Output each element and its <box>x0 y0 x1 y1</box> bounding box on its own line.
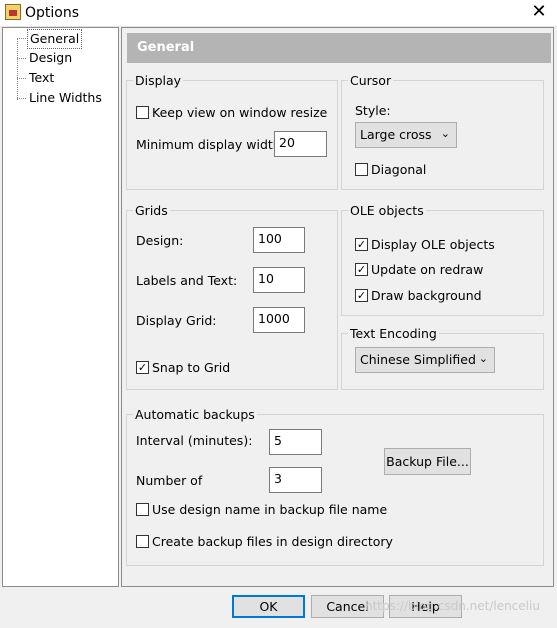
tree-item-general[interactable]: General <box>27 29 83 49</box>
use-design-name-label: Use design name in backup file name <box>152 502 388 517</box>
keep-view-checkbox[interactable] <box>136 106 149 119</box>
tree-item-line-widths[interactable]: Line Widths <box>27 89 104 107</box>
grid-design-label: Design: <box>136 233 184 248</box>
backup-file-button[interactable]: Backup File... <box>384 448 471 475</box>
tree-item-text[interactable]: Text <box>27 69 56 87</box>
display-ole-label: Display OLE objects <box>371 237 495 252</box>
update-on-redraw-label: Update on redraw <box>371 262 484 277</box>
backup-number-input[interactable]: 3 <box>269 467 322 493</box>
grids-group-title: Grids <box>133 203 170 218</box>
text-encoding-select[interactable]: Chinese Simplified ⌄ <box>355 347 495 373</box>
tree-connector <box>17 38 18 100</box>
window-title: Options <box>25 5 80 21</box>
cursor-style-select[interactable]: Large cross ⌄ <box>355 122 457 148</box>
cursor-style-value: Large cross <box>360 127 432 142</box>
chevron-down-icon: ⌄ <box>478 352 488 365</box>
chevron-down-icon: ⌄ <box>440 127 450 140</box>
app-logo-icon <box>5 4 21 20</box>
automatic-backups-group-title: Automatic backups <box>133 407 257 422</box>
title-bar <box>0 0 557 27</box>
tree-connector <box>17 58 26 59</box>
draw-background-checkbox[interactable]: ✓ <box>355 289 368 302</box>
text-encoding-value: Chinese Simplified <box>360 352 476 367</box>
ole-objects-group-title: OLE objects <box>348 203 426 218</box>
labels-text-label: Labels and Text: <box>136 273 238 288</box>
close-icon[interactable]: ✕ <box>525 1 553 23</box>
tree-item-design[interactable]: Design <box>27 49 74 67</box>
diagonal-checkbox[interactable] <box>355 163 368 176</box>
cursor-style-label: Style: <box>355 103 391 118</box>
text-encoding-group-title: Text Encoding <box>348 326 439 341</box>
cursor-group-title: Cursor <box>348 73 394 88</box>
watermark-text: https://blog.csdn.net/lenceliu <box>365 599 540 613</box>
tree-connector <box>17 38 26 39</box>
tree-connector <box>17 78 26 79</box>
display-grid-label: Display Grid: <box>136 313 217 328</box>
options-tree: General Design Text Line Widths <box>2 27 119 587</box>
update-on-redraw-checkbox[interactable]: ✓ <box>355 263 368 276</box>
diagonal-label: Diagonal <box>371 162 427 177</box>
snap-to-grid-label: Snap to Grid <box>152 360 231 375</box>
min-display-width-label: Minimum display width: <box>136 137 285 152</box>
draw-background-label: Draw background <box>371 288 482 303</box>
create-in-design-dir-label: Create backup files in design directory <box>152 534 393 549</box>
page-title: General <box>137 40 195 55</box>
keep-view-label: Keep view on window resize <box>152 105 328 120</box>
labels-text-input[interactable]: 10 <box>253 267 305 293</box>
snap-to-grid-checkbox[interactable]: ✓ <box>136 361 149 374</box>
grid-design-input[interactable]: 100 <box>253 227 305 253</box>
min-display-width-input[interactable]: 20 <box>274 131 327 157</box>
ok-button[interactable]: OK <box>232 595 305 618</box>
use-design-name-checkbox[interactable] <box>136 503 149 516</box>
display-grid-input[interactable]: 1000 <box>253 307 305 333</box>
tree-connector <box>17 98 26 99</box>
backup-interval-input[interactable]: 5 <box>269 429 322 455</box>
create-in-design-dir-checkbox[interactable] <box>136 535 149 548</box>
backup-interval-label: Interval (minutes): <box>136 433 253 448</box>
backup-number-label: Number of <box>136 473 203 488</box>
display-ole-checkbox[interactable]: ✓ <box>355 238 368 251</box>
display-group-title: Display <box>133 73 184 88</box>
